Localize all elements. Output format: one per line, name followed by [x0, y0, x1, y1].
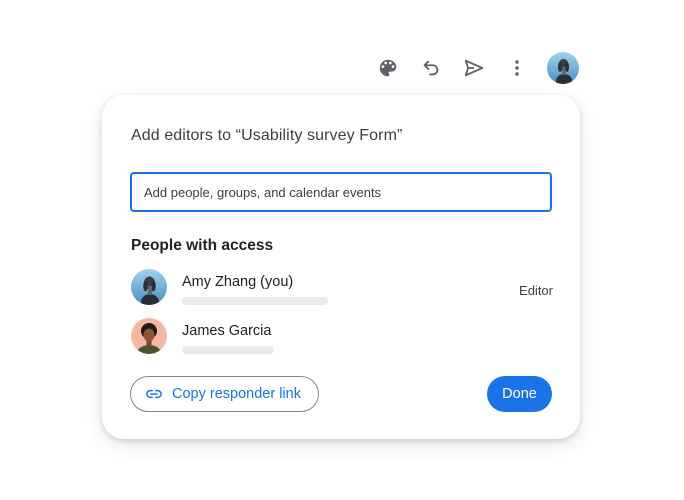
- person-row: James Garcia: [131, 318, 553, 358]
- account-avatar[interactable]: [547, 52, 579, 84]
- add-people-field[interactable]: [130, 172, 552, 212]
- person-row: Amy Zhang (you) Editor: [131, 269, 553, 309]
- send-icon: [464, 59, 484, 77]
- person-name: James Garcia: [182, 323, 272, 339]
- avatar: [131, 318, 167, 354]
- person-avatar-icon: [131, 318, 167, 354]
- undo-button[interactable]: [413, 50, 449, 86]
- dog-avatar-icon: [131, 269, 167, 305]
- palette-button[interactable]: [370, 50, 406, 86]
- more-vert-icon: [515, 60, 519, 76]
- share-dialog: Add editors to “Usability survey Form” P…: [102, 95, 580, 439]
- copy-link-label: Copy responder link: [172, 386, 301, 402]
- done-button[interactable]: Done: [487, 376, 552, 412]
- undo-icon: [423, 60, 439, 76]
- role-label[interactable]: Editor: [519, 283, 553, 298]
- top-toolbar: [370, 50, 579, 86]
- email-placeholder-bar: [182, 346, 274, 354]
- done-label: Done: [502, 386, 537, 402]
- people-with-access-heading: People with access: [131, 237, 274, 254]
- palette-icon: [379, 59, 397, 77]
- dialog-title: Add editors to “Usability survey Form”: [131, 127, 403, 144]
- email-placeholder-bar: [182, 297, 328, 305]
- dog-avatar-icon: [547, 52, 579, 84]
- add-people-input[interactable]: [132, 174, 550, 210]
- avatar: [131, 269, 167, 305]
- person-name: Amy Zhang (you): [182, 274, 294, 290]
- more-options-button[interactable]: [499, 50, 535, 86]
- send-button[interactable]: [456, 50, 492, 86]
- link-icon: [146, 389, 162, 399]
- copy-responder-link-button[interactable]: Copy responder link: [130, 376, 319, 412]
